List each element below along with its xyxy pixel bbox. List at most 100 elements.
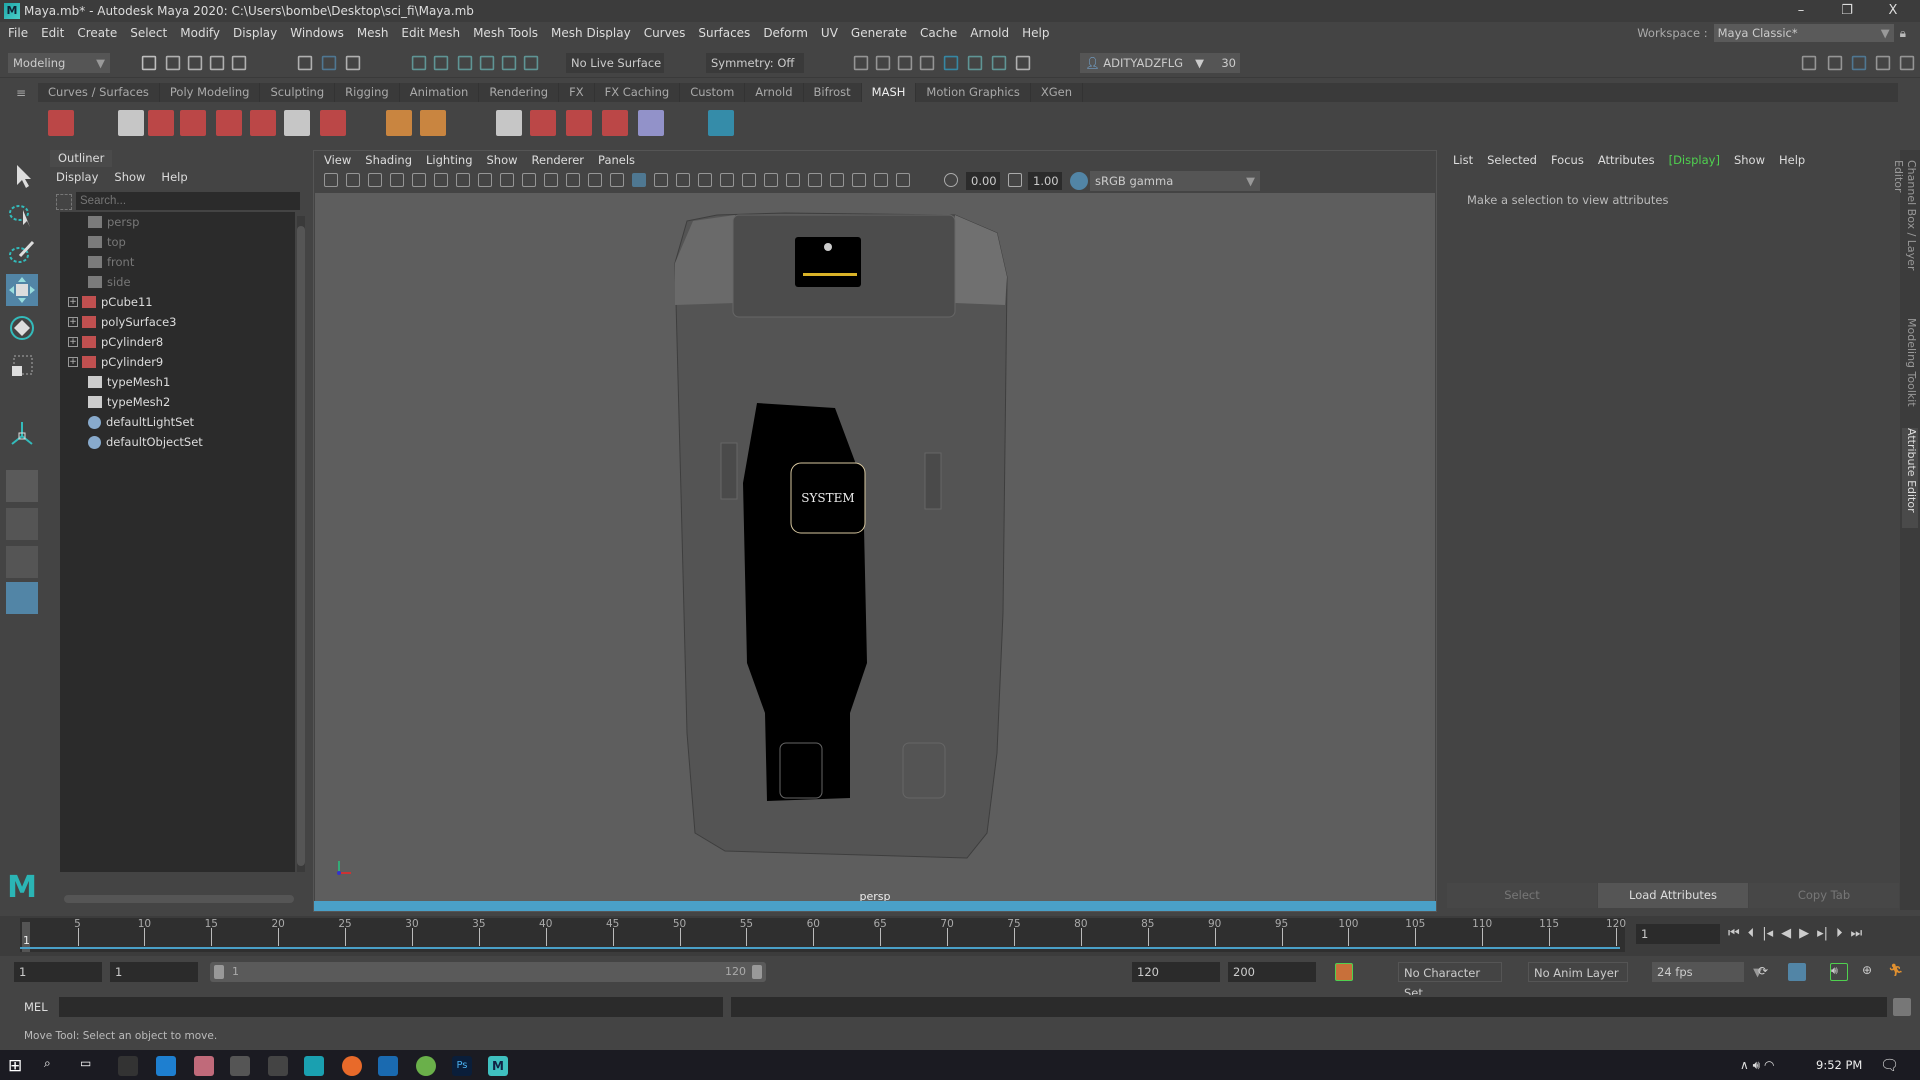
expand-icon[interactable]: + [68, 357, 78, 367]
outliner-item[interactable]: top [88, 232, 126, 252]
human-ik-icon[interactable] [1827, 55, 1843, 71]
expand-icon[interactable]: + [68, 297, 78, 307]
grease-pencil-icon[interactable] [434, 173, 448, 187]
task-view-icon[interactable]: ▭ [80, 1056, 100, 1076]
snap-view-plane-icon[interactable] [501, 55, 517, 71]
copy-tab-button[interactable]: Copy Tab [1749, 883, 1899, 908]
smooth-shade-icon[interactable] [632, 173, 646, 187]
play-backwards-icon[interactable]: ◀ [1781, 926, 1791, 941]
scale-tool-icon[interactable] [6, 350, 38, 382]
select-object-icon[interactable] [321, 55, 337, 71]
mash-paint-icon[interactable] [638, 110, 664, 136]
animation-end-field[interactable]: 200 [1228, 962, 1316, 982]
mash-signal-icon[interactable] [530, 110, 556, 136]
shelf-tab-mash[interactable]: MASH [861, 83, 917, 102]
lasso-tool-icon[interactable] [6, 198, 38, 230]
channel-box-icon[interactable] [1899, 55, 1915, 71]
zbrush-icon[interactable] [268, 1056, 288, 1076]
depth-of-field-icon[interactable] [808, 173, 822, 187]
auto-key-icon[interactable] [1335, 963, 1353, 981]
motion-blur-icon[interactable] [764, 173, 778, 187]
viewport-menu-renderer[interactable]: Renderer [532, 153, 585, 167]
use-lights-icon[interactable] [698, 173, 712, 187]
mel-input[interactable] [59, 997, 723, 1017]
lock-icon[interactable]: 🔒︎ [1900, 26, 1906, 41]
default-material-icon[interactable] [654, 173, 668, 187]
gamma-field[interactable]: 1.00 [1028, 172, 1062, 190]
textured-icon[interactable] [676, 173, 690, 187]
mel-label[interactable]: MEL [24, 1000, 48, 1014]
persp-outliner-layout-icon[interactable] [6, 546, 38, 578]
outliner-search-input[interactable] [76, 192, 300, 210]
select-component-icon[interactable] [345, 55, 361, 71]
mash-color-icon[interactable] [602, 110, 628, 136]
outliner-item[interactable]: + polySurface3 [68, 312, 176, 332]
shelf-tab-xgen[interactable]: XGen [1031, 83, 1083, 102]
attr-menu-selected[interactable]: Selected [1487, 153, 1537, 167]
expand-icon[interactable]: + [68, 337, 78, 347]
menu-cache[interactable]: Cache [920, 26, 957, 40]
attr-menu-list[interactable]: List [1453, 153, 1473, 167]
this-pc-icon[interactable] [156, 1056, 176, 1076]
outliner-item[interactable]: typeMesh1 [88, 372, 170, 392]
outliner-menu-show[interactable]: Show [114, 170, 145, 184]
outliner-item[interactable]: + pCube11 [68, 292, 153, 312]
mash-ring-icon[interactable] [496, 110, 522, 136]
clock[interactable]: 9:52 PM [1816, 1058, 1862, 1072]
gamma-icon[interactable] [1008, 173, 1022, 187]
tool-settings-icon[interactable] [1875, 55, 1891, 71]
color-management-toggle-icon[interactable] [1070, 172, 1088, 190]
app-icon[interactable] [230, 1056, 250, 1076]
single-perspective-layout-icon[interactable] [6, 470, 38, 502]
playback-start-field[interactable]: 1 [110, 962, 198, 982]
menu-modify[interactable]: Modify [180, 26, 220, 40]
mash-grid-icon[interactable] [284, 110, 310, 136]
mash-points-icon[interactable] [320, 110, 346, 136]
grid-icon[interactable] [456, 173, 470, 187]
anim-preferences-icon[interactable]: ⊕ [1862, 963, 1880, 981]
menu-generate[interactable]: Generate [851, 26, 907, 40]
ambient-occlusion-icon[interactable] [742, 173, 756, 187]
cache-playback-icon[interactable] [1788, 963, 1806, 981]
attribute-editor-toggle-icon[interactable] [1851, 55, 1867, 71]
save-scene-icon[interactable] [187, 55, 203, 71]
menu-mesh[interactable]: Mesh [357, 26, 389, 40]
outliner-item[interactable]: defaultObjectSet [88, 432, 203, 452]
select-hierarchy-icon[interactable] [297, 55, 313, 71]
outliner-item[interactable]: typeMesh2 [88, 392, 170, 412]
paint-select-icon[interactable] [6, 236, 38, 268]
character-set-dropdown[interactable]: No Character Set [1398, 962, 1502, 1000]
exposure-field[interactable]: 0.00 [966, 172, 1000, 190]
new-scene-icon[interactable] [141, 55, 157, 71]
mash-import-icon[interactable] [708, 110, 734, 136]
shadows-icon[interactable] [720, 173, 734, 187]
field-chart-icon[interactable] [544, 173, 558, 187]
attr-menu-focus[interactable]: Focus [1551, 153, 1584, 167]
windows-start-icon[interactable]: ⊞ [8, 1056, 28, 1076]
anti-aliasing-icon[interactable] [786, 173, 800, 187]
svg-tool-icon[interactable] [420, 110, 446, 136]
arnold-render-icon[interactable] [991, 55, 1007, 71]
snap-curve-icon[interactable] [433, 55, 449, 71]
attr-menu-attributes[interactable]: Attributes [1598, 153, 1655, 167]
xray-icon[interactable] [852, 173, 866, 187]
outliner-menu-help[interactable]: Help [161, 170, 187, 184]
menu-mesh-tools[interactable]: Mesh Tools [473, 26, 538, 40]
four-view-layout-icon[interactable] [6, 508, 38, 540]
shelf-tab-arnold[interactable]: Arnold [745, 83, 804, 102]
sound-icon[interactable]: 🔊︎ [1830, 963, 1848, 981]
substance-icon[interactable] [304, 1056, 324, 1076]
mash-create-icon[interactable] [48, 110, 74, 136]
shelf-tab-bifrost[interactable]: Bifrost [804, 83, 862, 102]
user-account-button[interactable]: 👤︎ ADITYADZFLG ▼ 30 [1080, 53, 1240, 73]
time-slider-track[interactable]: 1 5 10 15 20 25 30 35 40 45 50 55 60 65 70 75 80 85 90 95 1… [20, 918, 1626, 952]
resolution-gate-icon[interactable] [500, 173, 514, 187]
shelf-menu-icon[interactable]: ≡ [16, 86, 26, 100]
tab-channel-box[interactable]: Channel Box / Layer Editor [1892, 160, 1918, 300]
menu-arnold[interactable]: Arnold [970, 26, 1009, 40]
render-frame-icon[interactable] [853, 55, 869, 71]
range-start-handle[interactable] [214, 965, 224, 979]
viewport-menu-panels[interactable]: Panels [598, 153, 635, 167]
open-scene-icon[interactable] [165, 55, 181, 71]
outliner-horizontal-scrollbar[interactable] [64, 895, 294, 903]
